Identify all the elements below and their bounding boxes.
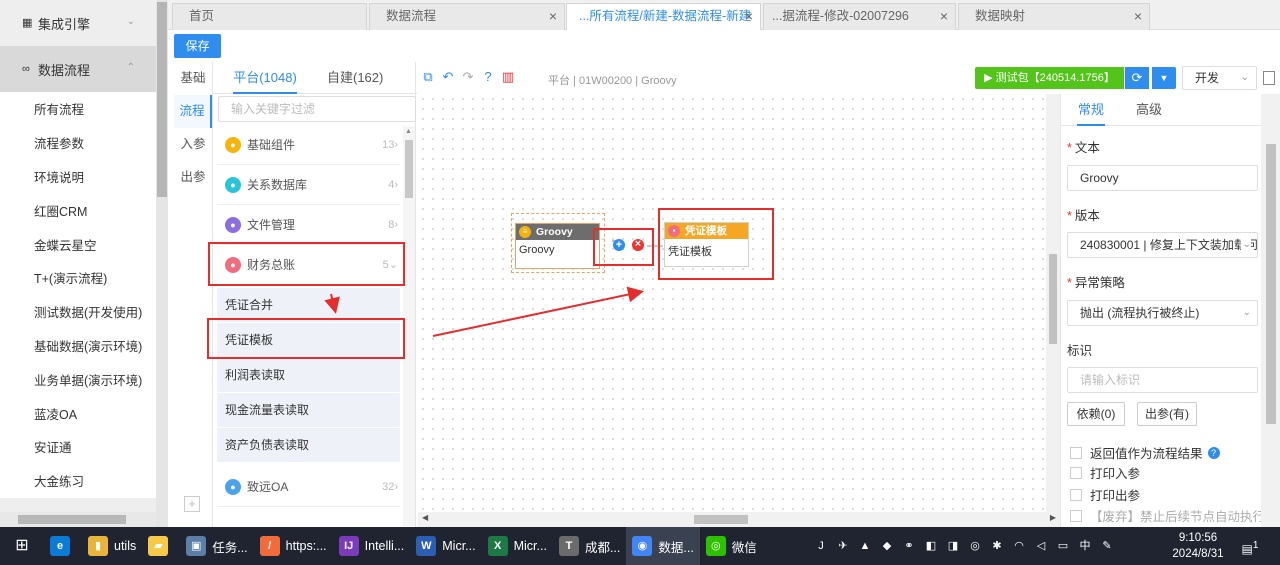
chart-tray-icon[interactable]: ▲ (856, 538, 874, 554)
ime-icon[interactable]: 中 (1076, 538, 1094, 554)
task-manager-icon: ▣ (186, 536, 207, 556)
taskbar-app[interactable]: ▰ (142, 527, 180, 565)
taskbar-app[interactable]: T 成都... (553, 527, 626, 565)
taskbar-app-label: utils (114, 539, 137, 553)
link-tray-icon[interactable]: ⚭ (900, 538, 918, 554)
postman-icon: / (259, 536, 280, 556)
battery-icon[interactable]: ▭ (1054, 538, 1072, 554)
taskbar-app[interactable]: IJ Intelli... (333, 527, 411, 565)
clock[interactable]: 9:10:56 2024/8/31 (1166, 530, 1230, 562)
taskbar-app[interactable]: W Micr... (410, 527, 481, 565)
typora-icon: T (558, 536, 579, 556)
excel-icon: X (487, 536, 508, 556)
taskbar-app-label: 数据... (658, 540, 694, 555)
feishu-tray-icon[interactable]: ✈ (834, 538, 852, 554)
notification-icon[interactable]: ▤1 (1240, 536, 1260, 556)
intellij-icon: IJ (338, 536, 359, 556)
volume-icon[interactable]: ◁ (1032, 538, 1050, 554)
taskbar-app[interactable]: / https:... (254, 527, 333, 565)
annotation-arrow-right (432, 286, 644, 337)
taskbar-app[interactable]: ▮ utils (82, 527, 142, 565)
taskbar-app-label: Micr... (442, 539, 476, 553)
taskbar-app[interactable]: ◎ 微信 (700, 527, 763, 565)
sticky-notes-icon: ▰ (148, 536, 169, 556)
annotation-arrows (324, 286, 644, 337)
taskbar-app[interactable]: e (44, 527, 82, 565)
taskbar-app-label: 任务... (212, 540, 248, 555)
clock-date: 2024/8/31 (1172, 548, 1224, 560)
notification-count: 1 (1252, 540, 1259, 551)
app2-tray-icon[interactable]: ◨ (944, 538, 962, 554)
taskbar-app-label: Micr... (513, 539, 547, 553)
word-icon: W (416, 536, 437, 556)
wifi-icon[interactable]: ◠ (1010, 538, 1028, 554)
bluetooth-tray-icon[interactable]: ✱ (988, 538, 1006, 554)
annotation-arrow-down (324, 293, 340, 314)
nvidia-tray-icon[interactable]: ◆ (878, 538, 896, 554)
windows-start-icon[interactable]: ⊞ (0, 527, 44, 565)
taskbar-app[interactable]: ◉ 数据... (626, 527, 700, 565)
system-tray: J ✈ ▲ ◆ ⚭ ◧ ◨ ◎ ✱ ◠ ◁ ▭ 中 ✎ (812, 527, 1116, 565)
taskbar-app-label: 成都... (584, 540, 621, 555)
edge-icon: e (50, 536, 70, 556)
wechat-tray-icon[interactable]: ◎ (966, 538, 984, 554)
taskbar-app[interactable]: X Micr... (482, 527, 553, 565)
input-method-icon[interactable]: ✎ (1098, 538, 1116, 554)
windows-taskbar: ⊞ e ▮ utils ▰ ▣ 任务... / https:... IJ Intelli... W M… (0, 527, 1280, 565)
chrome-icon: ◉ (632, 536, 653, 556)
taskbar-app-label: Intelli... (364, 539, 405, 553)
wechat-icon: ◎ (705, 536, 726, 556)
app-tray-icon[interactable]: ◧ (922, 538, 940, 554)
folder-icon: ▮ (88, 536, 108, 556)
taskbar-app[interactable]: ▣ 任务... (180, 527, 253, 565)
jetbrains-tray-icon[interactable]: J (812, 538, 830, 554)
taskbar-app-label: https:... (285, 539, 327, 553)
taskbar-app-label: 微信 (731, 540, 757, 555)
clock-time: 9:10:56 (1178, 532, 1218, 544)
